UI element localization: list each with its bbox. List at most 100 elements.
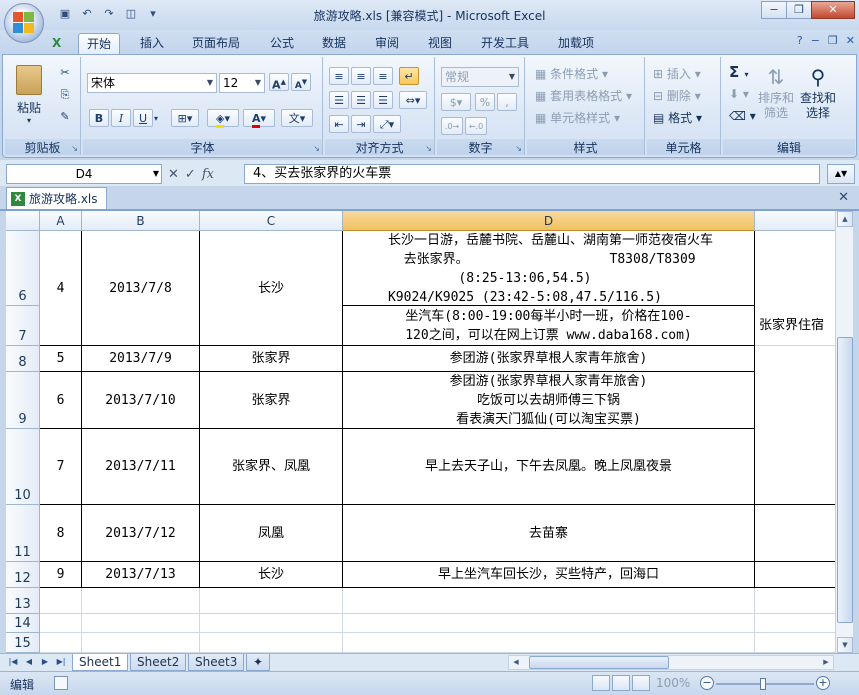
cell-e8[interactable]	[755, 346, 835, 372]
tab-data[interactable]: 数据	[314, 33, 354, 54]
scroll-down-icon[interactable]: ▼	[837, 637, 853, 653]
scroll-right-icon[interactable]: ▶	[819, 656, 833, 669]
cell-c10[interactable]: 张家界、凤凰	[200, 429, 343, 505]
cell-d14[interactable]	[343, 614, 755, 633]
fill-button[interactable]: ⬇ ▾	[729, 87, 749, 101]
prev-sheet-icon[interactable]: ◀	[22, 655, 36, 669]
name-box[interactable]: D4 ▼	[6, 164, 162, 184]
column-header-b[interactable]: B	[82, 211, 200, 231]
italic-button[interactable]: I	[111, 109, 131, 127]
sheet-tab-sheet1[interactable]: Sheet1	[72, 654, 129, 671]
cell-e12[interactable]	[755, 562, 835, 588]
align-center-icon[interactable]: ☰	[351, 91, 371, 109]
cell-c12[interactable]: 长沙	[200, 562, 343, 588]
cell-c6[interactable]: 长沙	[200, 231, 343, 346]
expand-formula-bar-icon[interactable]: ▲▼	[827, 164, 855, 184]
cell-e7[interactable]: 张家界住宿	[755, 306, 835, 346]
cell-a12[interactable]: 9	[40, 562, 82, 588]
last-sheet-icon[interactable]: ▶|	[54, 655, 68, 669]
cell-e13[interactable]	[755, 588, 835, 614]
worksheet-grid[interactable]: A B C D 6 7 8 9 10 11 12 13 14 15 4 2013…	[6, 211, 835, 653]
tab-home[interactable]: 开始	[78, 33, 121, 54]
cell-b8[interactable]: 2013/7/9	[82, 346, 200, 372]
cell-c14[interactable]	[200, 614, 343, 633]
row-header-6[interactable]: 6	[6, 231, 40, 306]
cell-e15[interactable]	[755, 633, 835, 653]
cell-e6[interactable]	[755, 231, 835, 306]
font-name-combo[interactable]: 宋体 ▼	[87, 73, 217, 93]
cell-d11[interactable]: 去苗寨	[343, 505, 755, 562]
cell-a8[interactable]: 5	[40, 346, 82, 372]
chevron-down-icon[interactable]: ▼	[153, 165, 159, 183]
row-header-15[interactable]: 15	[6, 633, 40, 653]
cell-b6[interactable]: 2013/7/8	[82, 231, 200, 346]
insert-function-icon[interactable]: fx	[202, 167, 214, 182]
conditional-formatting-button[interactable]: ▦ 条件格式 ▾	[535, 65, 608, 82]
alignment-launcher-icon[interactable]: ↘	[425, 144, 432, 153]
macro-record-icon[interactable]	[54, 676, 68, 690]
cell-a9[interactable]: 6	[40, 372, 82, 429]
insert-sheet-icon[interactable]: ✦	[246, 654, 270, 671]
cell-c11[interactable]: 凤凰	[200, 505, 343, 562]
percent-style-button[interactable]: %	[475, 93, 495, 111]
cell-d6[interactable]: 长沙一日游，岳麓书院、岳麓山、湖南第一师范夜宿火车 去张家界。 T8308/T8…	[343, 231, 755, 306]
cell-b11[interactable]: 2013/7/12	[82, 505, 200, 562]
align-right-icon[interactable]: ☰	[373, 91, 393, 109]
tab-view[interactable]: 视图	[420, 33, 460, 54]
autosum-button[interactable]: Σ ▾	[729, 63, 748, 81]
tab-formulas[interactable]: 公式	[262, 33, 302, 54]
format-cells-button[interactable]: ▤ 格式 ▾	[653, 109, 702, 126]
office-button[interactable]	[4, 3, 44, 43]
align-middle-icon[interactable]: ≡	[351, 67, 371, 85]
delete-cells-button[interactable]: ⊟ 删除 ▾	[653, 87, 701, 104]
cell-a15[interactable]	[40, 633, 82, 653]
cut-icon[interactable]: ✂	[55, 63, 75, 81]
underline-dropdown-icon[interactable]: ▾	[151, 109, 161, 127]
horizontal-scroll-thumb[interactable]	[529, 656, 669, 669]
orientation-icon[interactable]: ⤢▾	[373, 115, 401, 133]
shrink-font-icon[interactable]: A▼	[291, 73, 311, 91]
font-launcher-icon[interactable]: ↘	[313, 144, 320, 153]
zoom-in-icon[interactable]: +	[816, 676, 830, 690]
row-header-8[interactable]: 8	[6, 346, 40, 372]
merge-center-icon[interactable]: ⇔▾	[399, 91, 427, 109]
tab-developer[interactable]: 开发工具	[473, 33, 537, 54]
phonetic-guide-icon[interactable]: 文▾	[281, 109, 313, 127]
column-header-e[interactable]	[755, 211, 835, 231]
format-as-table-button[interactable]: ▦ 套用表格格式 ▾	[535, 87, 632, 104]
ribbon-minimize-icon[interactable]: −	[811, 34, 820, 47]
font-color-icon[interactable]: A▾	[243, 109, 275, 128]
font-size-combo[interactable]: 12 ▼	[219, 73, 265, 93]
cell-a10[interactable]: 7	[40, 429, 82, 505]
clear-button[interactable]: ⌫ ▾	[729, 109, 756, 123]
formula-input[interactable]: 4、买去张家界的火车票	[244, 164, 820, 184]
number-format-combo[interactable]: 常规 ▼	[441, 67, 519, 87]
cell-b13[interactable]	[82, 588, 200, 614]
column-header-d[interactable]: D	[343, 211, 755, 231]
cell-c8[interactable]: 张家界	[200, 346, 343, 372]
cell-e14[interactable]	[755, 614, 835, 633]
tab-insert[interactable]: 插入	[132, 33, 172, 54]
cell-a6[interactable]: 4	[40, 231, 82, 346]
row-header-14[interactable]: 14	[6, 614, 40, 633]
row-header-11[interactable]: 11	[6, 505, 40, 562]
copy-icon[interactable]: ⎘	[55, 85, 75, 103]
page-break-view-icon[interactable]	[632, 675, 650, 691]
cell-c9[interactable]: 张家界	[200, 372, 343, 429]
insert-cells-button[interactable]: ⊞ 插入 ▾	[653, 65, 701, 82]
paste-button[interactable]: 粘贴 ▾	[11, 63, 47, 133]
comma-style-button[interactable]: ,	[497, 93, 517, 111]
cell-b14[interactable]	[82, 614, 200, 633]
tab-addins[interactable]: 加载项	[550, 33, 602, 54]
cell-e9[interactable]	[755, 372, 835, 429]
scroll-left-icon[interactable]: ◀	[509, 656, 523, 669]
first-sheet-icon[interactable]: |◀	[6, 655, 20, 669]
help-icon[interactable]: ?	[797, 34, 803, 47]
grow-font-icon[interactable]: A▲	[269, 73, 289, 92]
increase-indent-icon[interactable]: ⇥	[351, 115, 371, 133]
cell-a13[interactable]	[40, 588, 82, 614]
select-all-corner[interactable]	[6, 211, 40, 231]
column-header-c[interactable]: C	[200, 211, 343, 231]
horizontal-scrollbar[interactable]: ◀ ▶	[508, 655, 834, 670]
cell-b9[interactable]: 2013/7/10	[82, 372, 200, 429]
